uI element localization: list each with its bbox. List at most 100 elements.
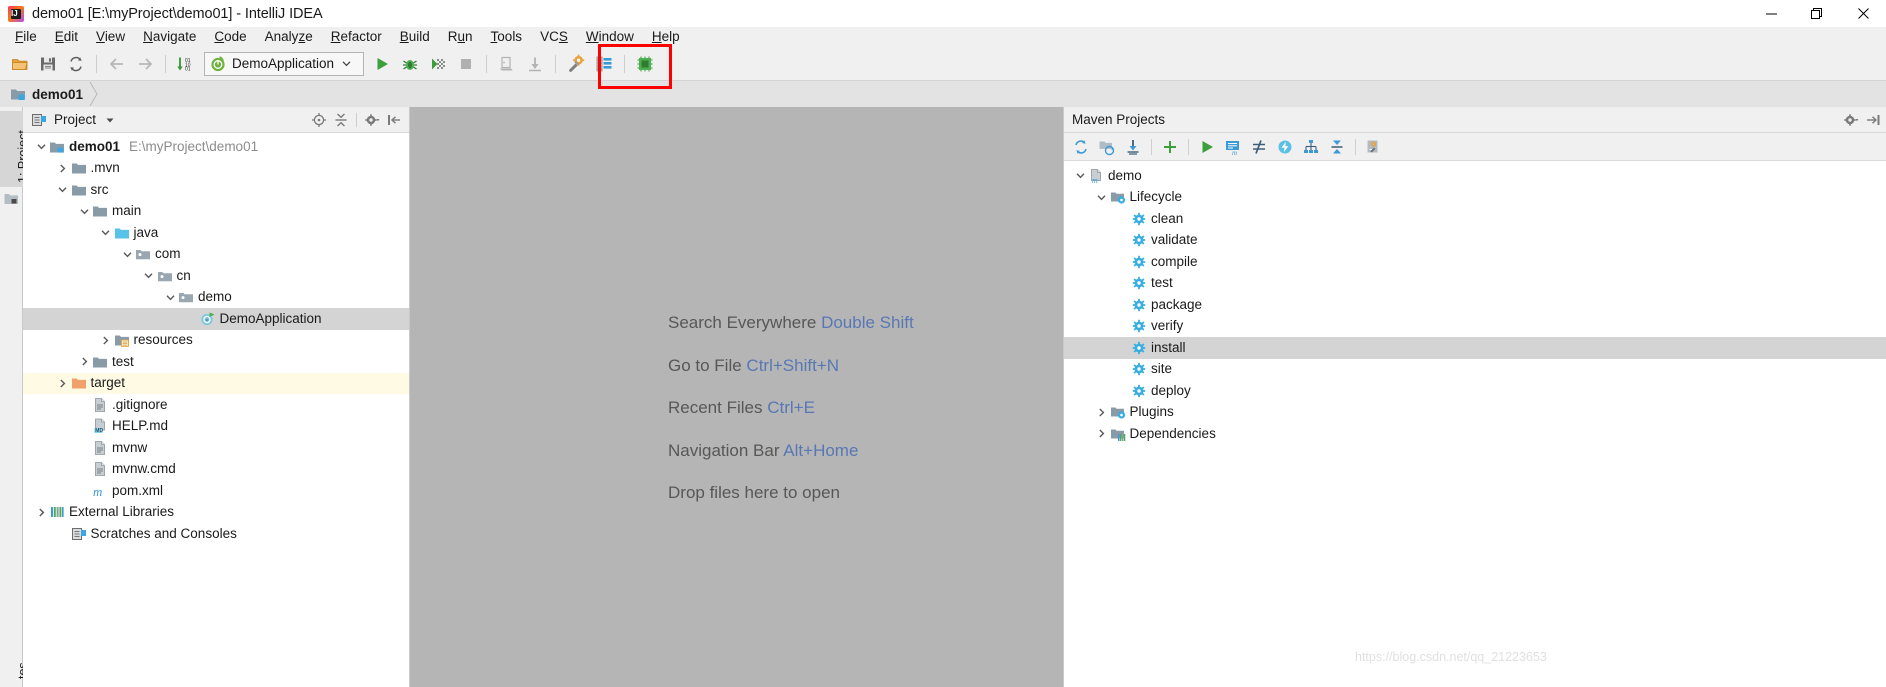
synchronize-icon[interactable] [62,50,90,78]
chevron-right-icon[interactable] [55,375,71,391]
tree-row[interactable]: mvnw.cmd [23,459,409,481]
settings-wrench-icon[interactable] [562,50,590,78]
menu-code[interactable]: Code [205,28,255,47]
project-file-tree[interactable]: demo01 E:\myProject\demo01 .mvn src main java… [23,133,409,545]
maven-projects-tree[interactable]: m demo Lifecycle clean validate compile test pa… [1064,161,1886,445]
menu-help[interactable]: Help [643,28,689,47]
tree-row[interactable]: mvnw [23,437,409,459]
tree-row[interactable]: .mvn [23,158,409,180]
tree-row[interactable]: .gitignore [23,394,409,416]
tree-row[interactable]: External Libraries [23,502,409,524]
chevron-down-icon[interactable] [33,139,49,155]
collapse-all-icon[interactable] [1324,135,1350,159]
update-project-icon[interactable] [493,50,521,78]
menu-analyze[interactable]: Analyze [256,28,322,47]
tree-row[interactable]: compile [1064,251,1886,273]
tree-row[interactable]: m demo [1064,165,1886,187]
tree-row[interactable]: verify [1064,316,1886,338]
tree-row[interactable]: Plugins [1064,402,1886,424]
download-sources-icon[interactable] [1120,135,1146,159]
tree-row[interactable]: test [23,351,409,373]
save-all-icon[interactable] [34,50,62,78]
menu-vcs[interactable]: VCS [531,28,577,47]
locate-icon[interactable] [308,109,330,131]
menu-run[interactable]: Run [439,28,482,47]
run-icon[interactable] [368,50,396,78]
tool-tab-project[interactable]: 1: Project [0,111,30,187]
generate-sources-icon[interactable] [1094,135,1120,159]
hide-panel-icon[interactable] [383,109,405,131]
tree-row[interactable]: target [23,372,409,394]
menu-build[interactable]: Build [391,28,439,47]
breadcrumb-item-demo01[interactable]: demo01 [0,81,105,107]
tree-row[interactable]: Scratches and Consoles [23,523,409,545]
tool-tab-favorites[interactable]: tes [0,627,30,687]
chevron-right-icon[interactable] [98,332,114,348]
chevron-right-icon[interactable] [1094,404,1110,420]
chevron-down-icon[interactable] [98,225,114,241]
tree-row[interactable]: src [23,179,409,201]
tree-row[interactable]: m pom.xml [23,480,409,502]
menu-refactor[interactable]: Refactor [322,28,391,47]
reimport-icon[interactable] [1068,135,1094,159]
debug-icon[interactable] [396,50,424,78]
settings-gear-icon[interactable] [1840,109,1862,131]
tree-row[interactable]: clean [1064,208,1886,230]
compile-icon[interactable]: 01 10 01 [172,50,200,78]
editor-empty-area[interactable]: Search Everywhere Double Shift Go to File… [410,107,1063,687]
menu-navigate[interactable]: Navigate [134,28,205,47]
commit-icon[interactable] [521,50,549,78]
tree-row[interactable]: test [1064,273,1886,295]
menu-tools[interactable]: Tools [482,28,532,47]
chevron-down-icon[interactable] [76,203,92,219]
add-maven-project-icon[interactable] [1157,135,1183,159]
hide-panel-icon[interactable] [1862,109,1884,131]
maven-settings-icon[interactable] [1361,135,1387,159]
tree-row[interactable]: install [1064,337,1886,359]
chevron-right-icon[interactable] [55,160,71,176]
menu-edit[interactable]: Edit [46,28,87,47]
menu-view[interactable]: View [87,28,134,47]
tree-row[interactable]: cn [23,265,409,287]
tree-row[interactable]: DemoApplication [23,308,409,330]
maximize-button[interactable] [1794,0,1840,27]
settings-gear-icon[interactable] [361,109,383,131]
chevron-down-icon[interactable] [119,246,135,262]
stop-icon[interactable] [452,50,480,78]
tree-row[interactable]: demo01 E:\myProject\demo01 [23,136,409,158]
tree-row[interactable]: com [23,244,409,266]
chevron-right-icon[interactable] [76,354,92,370]
chevron-right-icon[interactable] [1094,426,1110,442]
tree-row[interactable]: deploy [1064,380,1886,402]
tree-row[interactable]: main [23,201,409,223]
back-arrow-icon[interactable] [103,50,131,78]
tree-row[interactable]: demo [23,287,409,309]
project-structure-icon[interactable] [590,50,618,78]
sdk-manager-icon[interactable] [631,50,659,78]
show-dependency-graph-icon[interactable] [1298,135,1324,159]
tree-row[interactable]: package [1064,294,1886,316]
run-configuration-selector[interactable]: DemoApplication [204,51,364,76]
tree-row[interactable]: MD HELP.md [23,416,409,438]
toggle-offline-icon[interactable] [1272,135,1298,159]
tree-row[interactable]: Dependencies [1064,423,1886,445]
execute-goal-icon[interactable]: m [1220,135,1246,159]
forward-arrow-icon[interactable] [131,50,159,78]
tree-row[interactable]: site [1064,359,1886,381]
run-with-coverage-icon[interactable] [424,50,452,78]
collapse-all-icon[interactable] [330,109,352,131]
close-button[interactable] [1840,0,1886,27]
menu-window[interactable]: Window [577,28,643,47]
chevron-down-icon[interactable] [105,115,115,125]
tree-row[interactable]: Lifecycle [1064,187,1886,209]
chevron-right-icon[interactable] [33,504,49,520]
chevron-down-icon[interactable] [55,182,71,198]
toggle-skip-tests-icon[interactable] [1246,135,1272,159]
chevron-down-icon[interactable] [1072,168,1088,184]
open-project-icon[interactable] [6,50,34,78]
tree-row[interactable]: validate [1064,230,1886,252]
tree-row[interactable]: java [23,222,409,244]
minimize-button[interactable] [1748,0,1794,27]
menu-file[interactable]: File [6,28,46,47]
chevron-down-icon[interactable] [162,289,178,305]
